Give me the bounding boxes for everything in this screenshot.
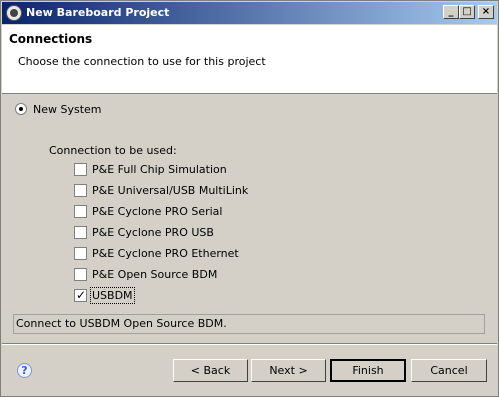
button-separator xyxy=(2,343,497,345)
checkbox-label[interactable]: P&E Cyclone PRO USB xyxy=(92,226,214,239)
checkbox[interactable] xyxy=(74,247,87,260)
connection-description: Connect to USBDM Open Source BDM. xyxy=(16,317,227,330)
help-icon[interactable]: ? xyxy=(17,363,32,378)
next-button[interactable]: Next > xyxy=(251,359,326,382)
app-icon xyxy=(6,5,22,21)
checkbox[interactable] xyxy=(74,226,87,239)
new-system-label[interactable]: New System xyxy=(33,103,102,116)
checkbox[interactable] xyxy=(74,268,87,281)
radio-selected-dot xyxy=(19,107,23,111)
checkbox-checked[interactable]: ✓ xyxy=(74,288,87,302)
connection-heading: Connection to be used: xyxy=(49,144,177,157)
maximize-button[interactable]: □ xyxy=(459,5,475,19)
page-title: Connections xyxy=(9,32,93,46)
connection-description-box: Connect to USBDM Open Source BDM. xyxy=(13,314,485,334)
checkbox[interactable] xyxy=(74,205,87,218)
cancel-button[interactable]: Cancel xyxy=(411,359,487,382)
checkbox-label[interactable]: P&E Cyclone PRO Ethernet xyxy=(92,247,239,260)
window-title: New Bareboard Project xyxy=(26,6,170,19)
dialog-window: New Bareboard Project _ □ × Connections … xyxy=(0,0,499,397)
checkbox-label[interactable]: P&E Cyclone PRO Serial xyxy=(92,205,222,218)
checkbox[interactable] xyxy=(74,184,87,197)
checkbox-label[interactable]: USBDM xyxy=(90,287,135,304)
checkbox-label[interactable]: P&E Open Source BDM xyxy=(92,268,217,281)
back-button[interactable]: < Back xyxy=(173,359,248,382)
checkbox[interactable] xyxy=(74,163,87,176)
wizard-header: Connections Choose the connection to use… xyxy=(2,25,497,94)
checkmark-icon: ✓ xyxy=(76,288,87,302)
minimize-button[interactable]: _ xyxy=(443,5,459,19)
radio-indicator[interactable] xyxy=(15,103,27,115)
close-button[interactable]: × xyxy=(478,5,494,19)
checkbox-label[interactable]: P&E Full Chip Simulation xyxy=(92,163,227,176)
checkbox-label[interactable]: P&E Universal/USB MultiLink xyxy=(92,184,248,197)
title-bar[interactable]: New Bareboard Project _ □ × xyxy=(2,2,497,24)
finish-button[interactable]: Finish xyxy=(330,359,406,382)
page-description: Choose the connection to use for this pr… xyxy=(18,55,266,68)
